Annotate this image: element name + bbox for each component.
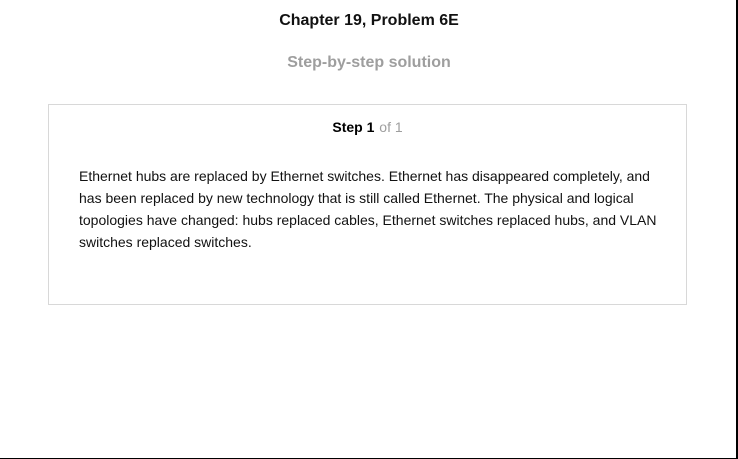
step-number: 1 xyxy=(366,119,375,135)
step-explanation: Ethernet hubs are replaced by Ethernet s… xyxy=(79,168,657,250)
solution-subtitle: Step-by-step solution xyxy=(287,54,451,71)
step-total: of 1 xyxy=(379,119,403,135)
page-title: Chapter 19, Problem 6E xyxy=(279,12,459,29)
solution-page: Chapter 19, Problem 6E Step-by-step solu… xyxy=(0,0,738,459)
step-heading: Step 1 of 1 xyxy=(49,119,686,135)
step-label: Step xyxy=(332,119,363,135)
step-card: Step 1 of 1 Ethernet hubs are replaced b… xyxy=(48,104,687,305)
